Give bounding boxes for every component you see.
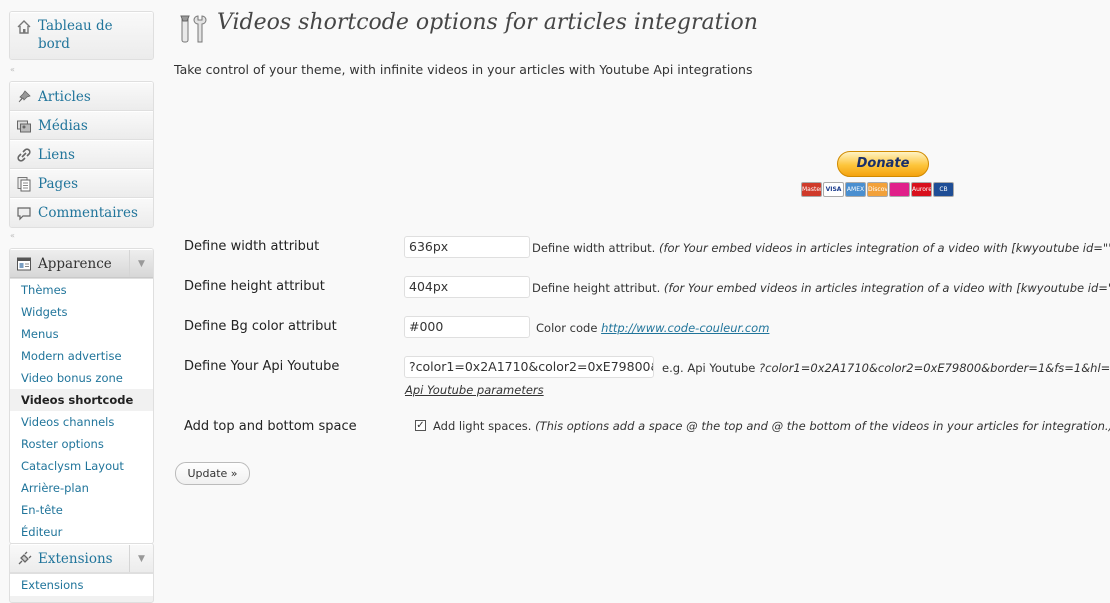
menu-item-label: Apparence <box>38 256 112 272</box>
menu-item-label: Liens <box>38 147 75 163</box>
api-parameters-link[interactable]: Api Youtube parameters <box>405 383 544 397</box>
spaces-checkbox[interactable]: ✓ <box>415 420 426 431</box>
height-desc-note: (for Your embed videos in articles integ… <box>663 281 1110 295</box>
appearance-icon <box>17 257 31 271</box>
submenu-item-cataclysm-layout[interactable]: Cataclysm Layout <box>10 455 153 477</box>
menu-item-label: Articles <box>38 89 91 105</box>
menu-item-commentaires[interactable]: Commentaires <box>10 198 153 227</box>
page-title: Videos shortcode options for articles in… <box>217 10 758 35</box>
menu-item-medias[interactable]: Médias <box>10 111 153 140</box>
content-menu: Articles Médias Liens Pages Commentaires <box>9 81 154 228</box>
submenu-item-en-tete[interactable]: En-tête <box>10 499 153 521</box>
appearance-menu: Apparence ▼ Thèmes Widgets Menus Modern … <box>9 248 154 544</box>
width-input[interactable]: 636px <box>404 236 530 258</box>
api-desc-example: ?color1=0x2A1710&color2=0xE79800&border=… <box>759 361 1110 375</box>
api-input[interactable]: ?color1=0x2A1710&color2=0xE79800& <box>404 356 654 378</box>
menu-item-liens[interactable]: Liens <box>10 140 153 169</box>
menu-item-label: Médias <box>38 118 88 134</box>
menu-item-extensions[interactable]: Extensions ▼ <box>10 544 153 573</box>
submenu-item-menus[interactable]: Menus <box>10 323 153 345</box>
width-description: Define width attribut. (for Your embed v… <box>532 241 1110 255</box>
submenu-item-roster-options[interactable]: Roster options <box>10 433 153 455</box>
pages-icon <box>17 177 31 192</box>
home-icon <box>17 20 31 34</box>
admin-sidebar: Tableau de bord « Articles Médias Liens … <box>0 0 160 603</box>
bgcolor-label: Define Bg color attribut <box>184 319 337 334</box>
height-label: Define height attribut <box>184 279 325 294</box>
spaces-desc-note: (This options add a space @ the top and … <box>535 419 1110 433</box>
extensions-menu: Extensions ▼ Extensions <box>9 543 154 603</box>
collapse-separator-icon[interactable]: « <box>10 66 18 74</box>
api-desc-text: e.g. Api Youtube <box>662 361 756 375</box>
spaces-label: Add top and bottom space <box>184 419 357 434</box>
payment-cards: MasterCard VISA AMEX Discover Aurore CB <box>801 182 954 197</box>
media-icon <box>17 120 31 133</box>
update-button[interactable]: Update » <box>175 462 250 485</box>
menu-item-apparence[interactable]: Apparence ▼ <box>10 249 153 278</box>
menu-item-label: Extensions <box>38 551 113 567</box>
menu-item-pages[interactable]: Pages <box>10 169 153 198</box>
visa-icon: VISA <box>823 182 844 197</box>
menu-item-label: Commentaires <box>38 205 138 221</box>
tools-icon <box>180 15 207 43</box>
width-desc-note: (for Your embed videos in articles integ… <box>658 241 1110 255</box>
width-desc-text: Define width attribut. <box>532 241 656 255</box>
height-desc-text: Define height attribut. <box>532 281 661 295</box>
submenu-item-themes[interactable]: Thèmes <box>10 279 153 301</box>
amex-icon: AMEX <box>845 182 866 197</box>
height-input[interactable]: 404px <box>404 276 530 298</box>
collapse-separator-icon[interactable]: « <box>10 232 18 240</box>
aurore-card-icon: Aurore <box>911 182 932 197</box>
discover-icon: Discover <box>867 182 888 197</box>
submenu-item-arriere-plan[interactable]: Arrière-plan <box>10 477 153 499</box>
spaces-description: Add light spaces. (This options add a sp… <box>433 419 1110 433</box>
menu-item-label: Pages <box>38 176 79 192</box>
submenu-item-modern-advertise[interactable]: Modern advertise <box>10 345 153 367</box>
bgcolor-input[interactable]: #000 <box>404 316 530 338</box>
link-icon <box>17 148 31 162</box>
donate-button[interactable]: Donate <box>837 151 929 177</box>
dashboard-menu: Tableau de bord <box>9 11 154 60</box>
cb-card-icon: CB <box>933 182 954 197</box>
appearance-submenu: Thèmes Widgets Menus Modern advertise Vi… <box>10 278 153 543</box>
card-pink-icon <box>889 182 910 197</box>
height-description: Define height attribut. (for Your embed … <box>532 281 1110 295</box>
menu-item-articles[interactable]: Articles <box>10 82 153 111</box>
color-code-link[interactable]: http://www.code-couleur.com <box>601 321 769 335</box>
mastercard-icon: MasterCard <box>801 182 822 197</box>
toggle-arrow-icon[interactable]: ▼ <box>129 250 153 277</box>
width-label: Define width attribut <box>184 239 320 254</box>
page-intro: Take control of your theme, with infinit… <box>174 62 753 77</box>
api-label: Define Your Api Youtube <box>184 359 340 374</box>
submenu-item-editeur[interactable]: Éditeur <box>10 521 153 543</box>
bgcolor-description: Color code http://www.code-couleur.com <box>536 321 769 335</box>
submenu-item-widgets[interactable]: Widgets <box>10 301 153 323</box>
submenu-item-video-bonus-zone[interactable]: Video bonus zone <box>10 367 153 389</box>
api-description: e.g. Api Youtube ?color1=0x2A1710&color2… <box>662 361 1110 375</box>
menu-item-label: Tableau de bord <box>38 18 113 52</box>
pin-icon <box>18 90 31 103</box>
submenu-item-videos-shortcode[interactable]: Videos shortcode <box>10 389 153 411</box>
main-content: Videos shortcode options for articles in… <box>174 0 1110 593</box>
comment-icon <box>17 207 31 221</box>
menu-item-dashboard[interactable]: Tableau de bord <box>10 12 153 59</box>
toggle-arrow-icon[interactable]: ▼ <box>129 545 153 572</box>
spaces-desc-text: Add light spaces. <box>433 419 532 433</box>
bgcolor-desc-text: Color code <box>536 321 598 335</box>
plugin-icon <box>18 551 32 565</box>
submenu-item-videos-channels[interactable]: Videos channels <box>10 411 153 433</box>
